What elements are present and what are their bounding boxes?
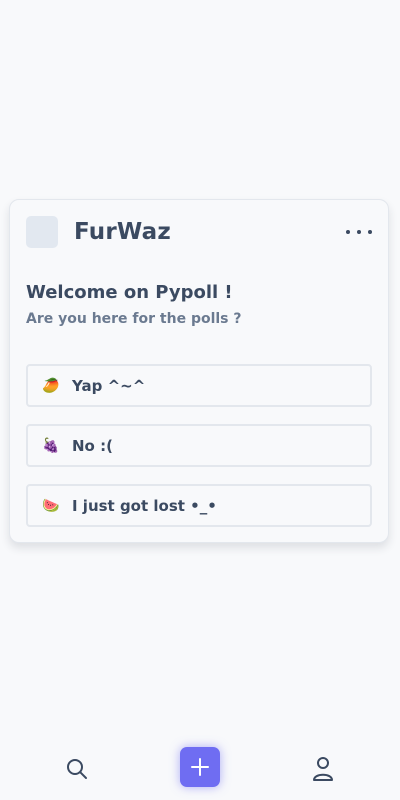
- mango-icon: 🥭: [42, 377, 60, 394]
- plus-icon: [191, 758, 209, 776]
- avatar[interactable]: [26, 216, 58, 248]
- user-icon[interactable]: [311, 756, 335, 782]
- author-username[interactable]: FurWaz: [74, 219, 171, 245]
- grapes-icon: 🍇: [42, 437, 60, 454]
- poll-option-lost[interactable]: 🍉 I just got lost •_•: [26, 484, 372, 527]
- more-dot: [346, 230, 350, 234]
- poll-option-yap[interactable]: 🥭 Yap ^~^: [26, 364, 372, 407]
- more-dot: [368, 230, 372, 234]
- poll-option-label: No :(: [72, 436, 113, 455]
- app-screen: FurWaz Welcome on Pypoll ! Are you here …: [0, 0, 400, 800]
- poll-option-label: I just got lost •_•: [72, 496, 217, 515]
- more-dot: [357, 230, 361, 234]
- poll-author-header: FurWaz: [26, 216, 171, 248]
- poll-title: Welcome on Pypoll !: [26, 282, 233, 303]
- watermelon-icon: 🍉: [42, 497, 60, 514]
- more-options-button[interactable]: [346, 220, 372, 244]
- poll-option-label: Yap ^~^: [72, 376, 146, 395]
- poll-card: FurWaz Welcome on Pypoll ! Are you here …: [9, 199, 389, 543]
- search-icon[interactable]: [65, 757, 89, 781]
- poll-option-no[interactable]: 🍇 No :(: [26, 424, 372, 467]
- poll-subtitle: Are you here for the polls ?: [26, 311, 242, 327]
- bottom-navigation: [0, 734, 400, 800]
- add-poll-button[interactable]: [180, 747, 220, 787]
